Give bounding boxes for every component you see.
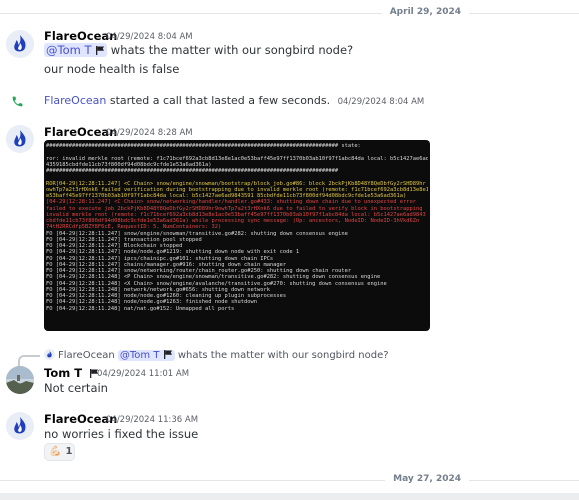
reaction-count: 1 [65,446,73,457]
call-author-link[interactable]: FlareOcean [44,94,106,107]
reply-avatar [44,349,55,360]
avatar[interactable] [6,125,34,153]
message-line: our node health is false [44,62,180,76]
date-divider-label: May 27, 2024 [385,474,469,484]
reply-text: whats the matter with our songbird node? [174,350,389,361]
flare-logo-icon [6,412,34,440]
mention-label: @Tom T [46,43,92,57]
author-name-text: Tom T [44,366,83,380]
terminal-log-line: failed to execute job 2bckPjKb8D48Y8QeDb… [46,205,423,212]
reply-reference[interactable]: FlareOcean @Tom T whats the matter with … [44,349,389,361]
terminal-screenshot[interactable]: ########################################… [44,140,430,331]
flag-icon [96,46,105,55]
message-content: @Tom T whats the matter with our songbir… [44,43,353,57]
reply-author: FlareOcean [58,350,115,361]
message-text: no worries i fixed the issue [44,427,199,441]
reply-mention-label: @Tom T [119,350,160,361]
message-timestamp: 04/29/2024 8:28 AM [106,128,193,138]
flare-logo-icon [6,30,34,58]
flare-logo-icon [44,349,55,360]
flexed-biceps-icon: 💪🏻 [49,446,62,457]
message-timestamp: 04/29/2024 11:36 AM [106,415,199,425]
terminal-log-line: FO [04-29|12:28:11.248] <P Chain> snow/e… [46,274,381,281]
author-name[interactable]: Tom T [44,366,99,380]
message-timestamp: 04/29/2024 11:01 AM [97,369,190,379]
message-text: whats the matter with our songbird node? [107,43,354,57]
landscape-avatar-image [6,366,34,394]
terminal-log-line: ror: invalid merkle root (remote: f1c71b… [46,155,428,162]
next-message-edge [0,493,579,500]
divider-line [0,13,579,14]
avatar[interactable] [6,412,34,440]
reaction-button[interactable]: 💪🏻 1 [44,443,75,461]
message-text: Not certain [44,381,108,395]
avatar[interactable] [6,366,34,394]
date-divider: April 29, 2024 [0,6,579,20]
message-timestamp: 04/29/2024 8:04 AM [106,32,193,42]
terminal-log-line: [04-29|12:28:11.247] <C Chain> snow/netw… [46,199,416,206]
call-timestamp: 04/29/2024 8:04 AM [337,97,425,107]
reply-mention: @Tom T [117,350,175,361]
terminal-log-line: FO [04-29|12:28:11.248] nat/nat.go#152: … [46,305,235,312]
flag-icon [163,350,172,359]
divider-line [0,480,579,481]
call-system-message: FlareOcean started a call that lasted a … [44,94,424,107]
user-mention[interactable]: @Tom T [44,43,108,57]
avatar[interactable] [6,30,34,58]
date-divider: May 27, 2024 [0,473,579,487]
date-divider-label: April 29, 2024 [381,7,469,17]
flare-logo-icon [6,125,34,153]
terminal-log-line: FO [04-29|12:28:11.248] <X Chain> snow/e… [46,280,387,287]
terminal-log-line: ROR[04-29|12:28:11.247] <C Chain> snow/e… [46,180,426,187]
phone-icon [12,96,23,107]
call-text: started a call that lasted a few seconds… [106,94,331,107]
